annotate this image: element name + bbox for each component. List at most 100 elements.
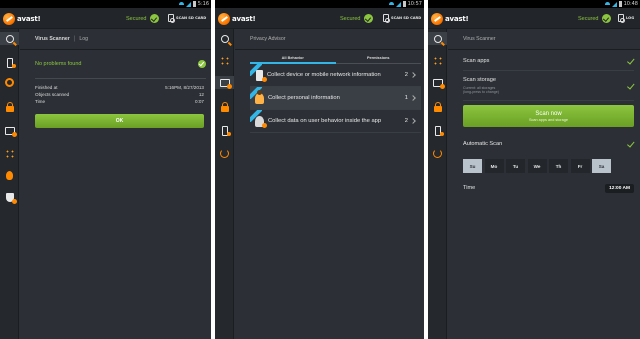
sidebar-item-firewall[interactable] <box>431 147 444 160</box>
status-time: 5:16 <box>197 1 209 7</box>
tab-virus-scanner[interactable]: Virus Scanner <box>35 36 70 42</box>
scan-now-button[interactable]: Scan now Scan apps and storage <box>463 105 634 127</box>
stat-value: 0:07 <box>195 99 204 104</box>
log-label: LOG <box>626 16 635 20</box>
status-time: 10:57 <box>407 1 422 7</box>
sidebar-item-anti-theft[interactable] <box>3 169 16 182</box>
sidebar-item-privacy-advisor[interactable] <box>215 76 234 89</box>
sidebar-item-firewall[interactable] <box>218 147 231 160</box>
day-tuesday[interactable]: Tu <box>506 159 525 173</box>
privacy-tabs: All Behavior Permissions <box>250 54 421 64</box>
list-item-text: Collect personal information <box>268 95 340 101</box>
automatic-scan-checkbox[interactable] <box>626 140 634 148</box>
sidebar-item-app-locking[interactable] <box>3 101 16 114</box>
avast-logo[interactable]: avast! <box>3 12 41 25</box>
avast-logo-icon <box>218 12 230 25</box>
lock-icon <box>433 102 442 112</box>
tab-permissions[interactable]: Permissions <box>335 54 421 64</box>
chevron-right-icon <box>410 95 416 101</box>
sidebar-item-network-meter[interactable] <box>431 54 444 67</box>
avast-logo[interactable]: avast! <box>431 12 469 25</box>
scan-sd-card-button[interactable]: SCAN SD CARD <box>383 14 422 23</box>
result-check-icon <box>198 60 206 68</box>
sidebar-item-shield-control[interactable] <box>3 191 17 204</box>
sidebar-item-virus-scanner[interactable] <box>0 32 19 45</box>
avast-logo-icon <box>431 12 443 25</box>
tab-log[interactable]: Log <box>79 36 88 42</box>
avast-logo[interactable]: avast! <box>218 12 256 25</box>
day-selector: Su Mo Tu We Th Fr Sa <box>463 159 634 173</box>
behavior-list: Collect device or mobile network informa… <box>250 64 421 133</box>
scan-storage-hint: (long-press to change) <box>463 90 499 94</box>
anti-theft-icon <box>6 171 13 180</box>
list-item-count: 2 <box>404 72 408 78</box>
time-value-button[interactable]: 12:00 AM <box>605 183 634 193</box>
automatic-scan-label: Automatic Scan <box>463 140 503 147</box>
status-bar: 5:16 <box>0 0 211 8</box>
sidebar-item-firewall[interactable] <box>3 76 16 89</box>
tab-header: Virus Scanner | Log <box>20 29 211 50</box>
stat-value: 12 <box>198 92 204 97</box>
sidebar-item-app-manager[interactable] <box>431 124 444 137</box>
virus-scan-icon <box>433 34 442 43</box>
day-wednesday[interactable]: We <box>527 159 547 173</box>
list-item[interactable]: Collect device or mobile network informa… <box>250 64 421 87</box>
sd-card-icon <box>383 14 390 23</box>
sidebar-item-app-manager[interactable] <box>3 56 16 69</box>
phone-icon <box>256 69 267 82</box>
sidebar-item-network-meter[interactable] <box>3 147 16 160</box>
scan-apps-checkbox[interactable] <box>626 57 634 65</box>
sidebar-item-virus-scanner[interactable] <box>428 32 447 45</box>
stat-label: Objects scanned <box>35 92 70 97</box>
ok-button[interactable]: OK <box>35 114 204 128</box>
network-meter-icon <box>4 148 15 159</box>
day-monday[interactable]: Mo <box>484 159 504 173</box>
privacy-advisor-icon <box>219 78 232 89</box>
setting-automatic-scan[interactable]: Automatic Scan <box>463 134 634 153</box>
sidebar-item-app-locking[interactable] <box>218 101 231 114</box>
screen-virus-scanner-results: 5:16 avast! Secured SCAN SD CARD Virus S… <box>0 0 211 339</box>
signal-icon <box>395 1 401 7</box>
chevron-right-icon <box>410 118 416 124</box>
sidebar <box>215 29 234 339</box>
secured-status[interactable]: Secured <box>578 14 611 23</box>
day-saturday[interactable]: Sa <box>592 159 611 173</box>
chevron-right-icon <box>410 72 416 78</box>
app-logo-text: avast! <box>232 14 256 23</box>
list-item-text: Collect data on user behavior inside the… <box>268 118 382 124</box>
list-item[interactable]: Collect data on user behavior inside the… <box>250 110 421 133</box>
network-meter-icon <box>219 55 230 66</box>
secured-status[interactable]: Secured <box>126 14 159 23</box>
status-time: 10:48 <box>623 1 638 7</box>
battery-icon <box>618 1 622 7</box>
scan-sd-card-label: SCAN SD CARD <box>391 16 422 20</box>
list-item[interactable]: Collect personal information 1 <box>250 87 421 110</box>
virus-scan-icon <box>220 34 229 43</box>
network-meter-icon <box>432 55 443 66</box>
scan-storage-checkbox[interactable] <box>626 82 634 90</box>
secured-check-icon <box>363 14 373 23</box>
scan-sd-card-button[interactable]: SCAN SD CARD <box>168 14 206 23</box>
scan-apps-label: Scan apps <box>463 58 490 64</box>
sidebar-item-privacy-advisor[interactable] <box>431 76 445 89</box>
main-content: Virus Scanner Scan apps Scan storage Cur… <box>448 29 640 339</box>
sidebar-item-virus-scanner[interactable] <box>218 32 231 45</box>
sidebar-item-app-locking[interactable] <box>431 101 444 114</box>
app-header: avast! Secured LOG <box>428 8 640 29</box>
secured-label: Secured <box>126 15 147 22</box>
day-friday[interactable]: Fr <box>570 159 590 173</box>
day-thursday[interactable]: Th <box>549 159 568 173</box>
log-button[interactable]: LOG <box>618 14 635 23</box>
sidebar <box>428 29 447 339</box>
secured-status[interactable]: Secured <box>340 14 373 23</box>
sidebar-item-app-manager[interactable] <box>218 124 231 137</box>
tab-all-behavior[interactable]: All Behavior <box>250 54 336 64</box>
stat-row-objects: Objects scanned 12 <box>35 91 204 98</box>
setting-scan-apps[interactable]: Scan apps <box>463 52 634 71</box>
secured-label: Secured <box>578 15 599 22</box>
sidebar-item-network-meter[interactable] <box>218 54 231 67</box>
sidebar-item-privacy-advisor[interactable] <box>3 124 17 137</box>
day-sunday[interactable]: Su <box>463 159 482 173</box>
setting-scan-storage[interactable]: Scan storage Current: all storages (long… <box>463 71 634 101</box>
app-header: avast! Secured SCAN SD CARD <box>215 8 424 29</box>
